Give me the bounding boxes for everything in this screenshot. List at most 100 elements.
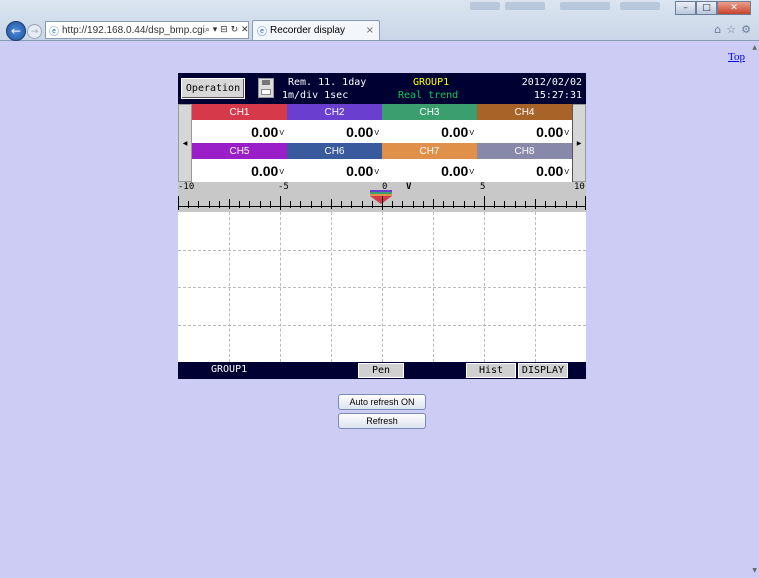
operation-button[interactable]: Operation	[181, 78, 245, 99]
recorder-display: Operation Rem. 11. 1day 1m/div 1sec GROU…	[178, 73, 586, 379]
grid-hline	[178, 287, 586, 288]
scale-tick	[239, 201, 240, 208]
scale-tick	[229, 199, 230, 209]
scale-tick	[494, 201, 495, 208]
auto-refresh-button[interactable]: Auto refresh ON	[338, 394, 426, 410]
scale-tick	[413, 201, 414, 208]
channel-value-box: 0.00 V	[287, 159, 382, 182]
maximize-button[interactable]: □	[696, 1, 717, 15]
scale-tick	[351, 201, 352, 208]
scale-tick	[331, 199, 332, 209]
scale-tick	[341, 201, 342, 208]
scale-tick	[504, 201, 505, 208]
channel-2: CH2 0.00 V	[287, 104, 383, 143]
browser-chrome: ← → ⓔ http://192.168.0.44/dsp_bmp.cgi ⌕ …	[0, 0, 759, 41]
soft-key-bar: GROUP1 Pen Hist DISPLAY	[178, 362, 586, 379]
forward-button[interactable]: →	[27, 24, 42, 39]
close-window-button[interactable]: ✕	[717, 1, 751, 15]
channel-label: CH2	[287, 104, 382, 120]
channel-value: 0.00	[536, 123, 564, 140]
right-arrow-icon: ▶	[576, 139, 582, 147]
time-display: 15:27:31	[533, 90, 582, 101]
left-arrow-icon: ◀	[182, 139, 188, 147]
scale-label: -5	[278, 182, 289, 192]
tools-gear-icon[interactable]: ⚙	[741, 23, 751, 36]
refresh-button[interactable]: Refresh	[338, 413, 426, 429]
window-controls: – □ ✕	[675, 1, 751, 15]
minimize-button[interactable]: –	[675, 1, 696, 15]
scale-tick	[402, 201, 403, 208]
scale-tick	[362, 201, 363, 208]
scale-tick	[209, 201, 210, 208]
voltage-scale: -10 -5 0 5 10 V	[178, 182, 586, 212]
channel-4: CH4 0.00 V	[477, 104, 573, 143]
back-button[interactable]: ←	[6, 21, 26, 41]
taskbar-deco	[560, 2, 610, 10]
scroll-right-button[interactable]: ▶	[572, 104, 586, 182]
channel-unit: V	[374, 169, 379, 176]
trend-chart	[178, 212, 586, 362]
scale-tick	[453, 201, 454, 208]
hist-button[interactable]: Hist	[466, 363, 516, 378]
channel-label: CH3	[382, 104, 477, 120]
ie-tab-icon: ⓔ	[257, 27, 267, 38]
scale-tick	[280, 196, 281, 210]
channel-value: 0.00	[251, 123, 279, 140]
channel-value: 0.00	[441, 162, 469, 179]
scale-tick	[188, 201, 189, 208]
scale-tick	[515, 201, 516, 208]
channel-5: CH5 0.00 V	[192, 143, 288, 182]
scale-tick	[576, 201, 577, 208]
scale-tick	[382, 196, 383, 210]
browser-tool-icons: ⌂ ☆ ⚙	[714, 23, 751, 36]
floppy-disk-icon	[258, 78, 274, 98]
channel-label: CH1	[192, 104, 287, 120]
bottom-group-name: GROUP1	[211, 364, 248, 375]
time-per-div: 1m/div 1sec	[282, 90, 349, 101]
channel-value: 0.00	[441, 123, 469, 140]
scale-tick	[555, 201, 556, 208]
channel-label: CH4	[477, 104, 572, 120]
channel-unit: V	[279, 169, 284, 176]
channel-unit: V	[374, 130, 379, 137]
favorites-icon[interactable]: ☆	[726, 23, 736, 36]
display-button[interactable]: DISPLAY	[518, 363, 568, 378]
scale-label: -10	[178, 182, 195, 192]
tab-close-icon[interactable]: ×	[366, 25, 379, 36]
channel-8: CH8 0.00 V	[477, 143, 573, 182]
scroll-left-button[interactable]: ◀	[178, 104, 192, 182]
scroll-up-arrow-icon[interactable]: ▲	[752, 44, 757, 51]
scale-tick	[300, 201, 301, 208]
scale-tick	[178, 196, 179, 210]
channel-6: CH6 0.00 V	[287, 143, 383, 182]
pen-button[interactable]: Pen	[358, 363, 404, 378]
scale-tick	[270, 201, 271, 208]
scale-tick	[260, 201, 261, 208]
address-url: http://192.168.0.44/dsp_bmp.cgi	[62, 24, 205, 36]
channel-value-box: 0.00 V	[192, 120, 287, 143]
address-bar[interactable]: ⓔ http://192.168.0.44/dsp_bmp.cgi ⌕ ▾ ⊟ …	[45, 21, 249, 39]
top-link[interactable]: Top	[728, 51, 745, 63]
home-icon[interactable]: ⌂	[714, 23, 721, 36]
scale-tick	[290, 201, 291, 208]
forward-arrow-icon: →	[30, 26, 39, 37]
tab-title: Recorder display	[270, 25, 346, 36]
channel-label: CH8	[477, 143, 572, 159]
address-controls[interactable]: ⌕ ▾ ⊟ ↻ ✕	[205, 25, 248, 35]
scale-label: 5	[480, 182, 486, 192]
scale-tick	[198, 201, 199, 208]
channel-unit: V	[564, 169, 569, 176]
channel-value-box: 0.00 V	[382, 120, 477, 143]
grid-hline	[178, 325, 586, 326]
channel-value-box: 0.00 V	[382, 159, 477, 182]
channel-3: CH3 0.00 V	[382, 104, 478, 143]
scale-tick	[423, 201, 424, 208]
channel-unit: V	[469, 130, 474, 137]
remaining-time: Rem. 11. 1day	[288, 77, 367, 88]
channel-label: CH6	[287, 143, 382, 159]
tab-recorder-display[interactable]: ⓔ Recorder display ×	[252, 20, 380, 40]
scroll-down-arrow-icon[interactable]: ▼	[752, 567, 757, 574]
display-mode: Real trend	[398, 90, 459, 101]
scale-tick	[311, 201, 312, 208]
scale-tick	[392, 201, 393, 208]
